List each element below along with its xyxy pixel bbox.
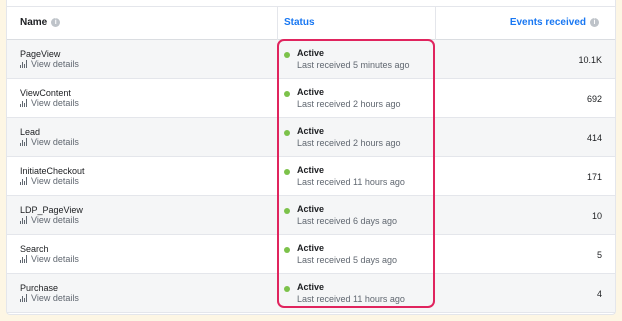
events-table: Name i Status Events received i PageView… — [6, 0, 616, 315]
bar-chart-icon — [20, 60, 28, 68]
view-details-label: View details — [31, 293, 79, 303]
event-name: Lead — [20, 127, 41, 137]
event-name: PageView — [20, 49, 61, 59]
view-details-label: View details — [31, 176, 79, 186]
table-row: ViewContent View details Active Last rec… — [7, 79, 615, 118]
status-dot-icon — [284, 130, 290, 136]
status-label: Active — [297, 48, 325, 58]
view-details-link[interactable]: View details — [20, 137, 79, 147]
table-row: PageView View details Active Last receiv… — [7, 40, 615, 79]
events-count: 414 — [586, 133, 602, 143]
status-dot-icon — [284, 91, 290, 97]
status-label: Active — [297, 87, 325, 97]
status-dot-icon — [284, 169, 290, 175]
last-received-text: Last received 2 hours ago — [297, 138, 401, 148]
view-details-link[interactable]: View details — [20, 59, 79, 69]
header-divider — [435, 6, 436, 40]
event-name: LDP_PageView — [20, 205, 83, 215]
status-dot-icon — [284, 208, 290, 214]
status-label: Active — [297, 165, 325, 175]
event-name: InitiateCheckout — [20, 166, 85, 176]
view-details-link[interactable]: View details — [20, 293, 79, 303]
view-details-label: View details — [31, 254, 79, 264]
info-icon[interactable]: i — [590, 18, 599, 27]
bar-chart-icon — [20, 177, 28, 185]
events-count: 171 — [586, 172, 602, 182]
table-row: Lead View details Active Last received 2… — [7, 118, 615, 157]
status-label: Active — [297, 204, 325, 214]
view-details-label: View details — [31, 59, 79, 69]
events-count: 10.1K — [578, 55, 602, 65]
column-header-name-label: Name — [20, 17, 48, 28]
header-divider — [277, 6, 278, 40]
last-received-text: Last received 5 minutes ago — [297, 60, 410, 70]
last-received-text: Last received 6 days ago — [297, 216, 398, 226]
events-count: 4 — [596, 289, 602, 299]
event-name: Purchase — [20, 283, 59, 293]
status-dot-icon — [284, 52, 290, 58]
table-row: Purchase View details Active Last receiv… — [7, 274, 615, 313]
status-dot-icon — [284, 286, 290, 292]
status-dot-icon — [284, 247, 290, 253]
table-row: LDP_PageView View details Active Last re… — [7, 196, 615, 235]
view-details-link[interactable]: View details — [20, 98, 79, 108]
event-name: Search — [20, 244, 49, 254]
view-details-label: View details — [31, 215, 79, 225]
events-count: 5 — [596, 250, 602, 260]
info-icon[interactable]: i — [51, 18, 61, 27]
bar-chart-icon — [20, 99, 28, 107]
view-details-link[interactable]: View details — [20, 176, 79, 186]
events-count: 10 — [591, 211, 602, 221]
column-header-events-received[interactable]: Events received i — [510, 17, 599, 28]
column-header-events-label: Events received — [509, 17, 586, 28]
column-header-name[interactable]: Name i — [20, 17, 61, 28]
last-received-text: Last received 11 hours ago — [297, 177, 405, 187]
last-received-text: Last received 5 days ago — [297, 255, 398, 265]
status-label: Active — [297, 126, 325, 136]
view-details-label: View details — [31, 137, 79, 147]
table-row: Search View details Active Last received… — [7, 235, 615, 274]
bar-chart-icon — [20, 216, 28, 224]
last-received-text: Last received 11 hours ago — [297, 294, 405, 304]
bar-chart-icon — [20, 138, 28, 146]
bar-chart-icon — [20, 294, 28, 302]
events-count: 692 — [586, 94, 602, 104]
event-name: ViewContent — [20, 88, 71, 98]
last-received-text: Last received 2 hours ago — [297, 99, 401, 109]
view-details-label: View details — [31, 98, 79, 108]
bar-chart-icon — [20, 255, 28, 263]
view-details-link[interactable]: View details — [20, 254, 79, 264]
table-header: Name i Status Events received i — [7, 6, 615, 40]
column-header-status[interactable]: Status — [284, 17, 315, 28]
view-details-link[interactable]: View details — [20, 215, 79, 225]
status-label: Active — [297, 282, 325, 292]
table-row: InitiateCheckout View details Active Las… — [7, 157, 615, 196]
status-label: Active — [297, 243, 325, 253]
